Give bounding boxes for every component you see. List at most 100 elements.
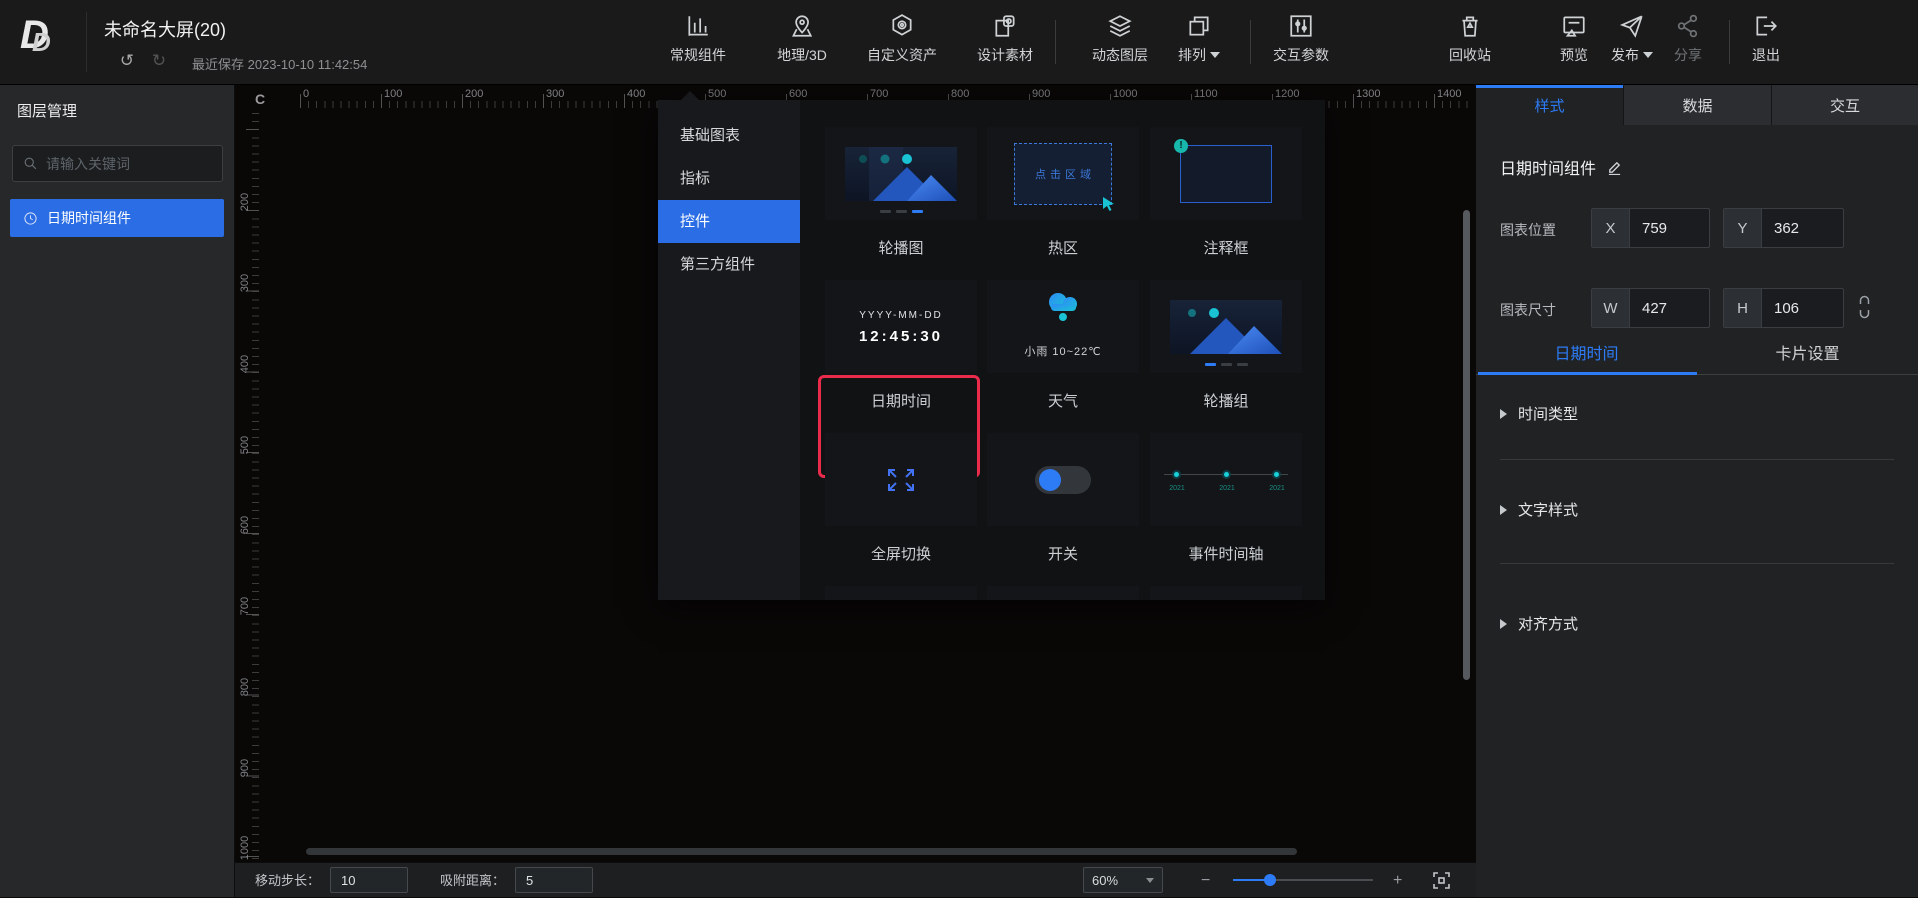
app-logo[interactable]: D D bbox=[14, 11, 72, 73]
toolbar-publish[interactable]: 发布 bbox=[1611, 13, 1653, 65]
layers-icon bbox=[1107, 13, 1133, 39]
category-indicators[interactable]: 指标 bbox=[658, 157, 800, 200]
tile-clipped[interactable] bbox=[1150, 586, 1302, 600]
canvas-horizontal-scrollbar[interactable] bbox=[306, 848, 1297, 855]
tab-data[interactable]: 数据 bbox=[1624, 85, 1772, 125]
zoom-slider-knob[interactable] bbox=[1264, 874, 1276, 886]
section-text-style[interactable]: 文字样式 bbox=[1500, 499, 1578, 520]
tab-label: 数据 bbox=[1682, 95, 1712, 116]
canvas-vertical-scrollbar[interactable] bbox=[1463, 210, 1470, 680]
timeline-thumb-art: 2021 2021 2021 bbox=[1164, 460, 1288, 500]
size-w-input[interactable]: W 427 bbox=[1591, 288, 1710, 328]
undo-icon[interactable]: ↺ bbox=[116, 50, 138, 72]
h-ruler-number: 900 bbox=[1032, 88, 1050, 100]
clock-icon bbox=[23, 211, 38, 226]
toolbar-regular-components[interactable]: 常规组件 bbox=[670, 13, 726, 65]
x-value[interactable]: 759 bbox=[1630, 209, 1709, 247]
section-alignment[interactable]: 对齐方式 bbox=[1500, 613, 1578, 634]
app-header: D D 未命名大屏(20) ↺ ↻ 最近保存 2023-10-10 11:42:… bbox=[0, 0, 1918, 85]
toolbar-label: 退出 bbox=[1752, 45, 1780, 65]
edit-pencil-icon[interactable] bbox=[1607, 160, 1622, 175]
size-h-input[interactable]: H 106 bbox=[1723, 288, 1844, 328]
toolbar-label: 回收站 bbox=[1449, 45, 1491, 65]
sliders-icon bbox=[1288, 13, 1314, 39]
chevron-down-icon bbox=[1210, 52, 1220, 58]
zoom-out-button[interactable]: − bbox=[1201, 863, 1210, 898]
zoom-in-button[interactable]: + bbox=[1393, 863, 1402, 898]
logo-letter-inner: D bbox=[32, 27, 51, 58]
tab-interaction[interactable]: 交互 bbox=[1772, 85, 1918, 125]
toolbar-arrange[interactable]: 排列 bbox=[1178, 13, 1220, 65]
h-ruler-number: 1400 bbox=[1437, 88, 1461, 100]
subtab-label: 日期时间 bbox=[1554, 340, 1618, 364]
tile-carousel-group[interactable] bbox=[1150, 280, 1302, 373]
move-step-input[interactable] bbox=[330, 867, 408, 893]
tile-clipped[interactable] bbox=[825, 586, 977, 600]
h-ruler-number: 800 bbox=[951, 88, 969, 100]
h-value[interactable]: 106 bbox=[1762, 289, 1843, 327]
layer-search-input[interactable] bbox=[46, 156, 212, 172]
toolbar-exit[interactable]: 退出 bbox=[1752, 13, 1780, 65]
ruler-corner-button[interactable]: C bbox=[255, 91, 265, 107]
category-basic-charts[interactable]: 基础图表 bbox=[658, 114, 800, 157]
map-pin-icon bbox=[789, 13, 815, 39]
v-ruler-number: 600 bbox=[239, 508, 251, 542]
zoom-slider[interactable] bbox=[1233, 879, 1373, 881]
toolbar-recycle-bin[interactable]: 回收站 bbox=[1449, 13, 1491, 65]
aspect-link-icon[interactable] bbox=[1858, 295, 1871, 324]
toolbar-dynamic-layers[interactable]: 动态图层 bbox=[1092, 13, 1148, 65]
fit-screen-button[interactable] bbox=[1433, 872, 1450, 892]
snap-distance-input[interactable] bbox=[515, 867, 593, 893]
weather-text: 小雨 10~22℃ bbox=[987, 343, 1139, 359]
toolbar-interaction-params[interactable]: 交互参数 bbox=[1273, 13, 1329, 65]
carousel-thumb-art bbox=[845, 147, 957, 201]
tile-carousel[interactable] bbox=[825, 127, 977, 220]
tile-event-timeline[interactable]: 2021 2021 2021 bbox=[1150, 433, 1302, 526]
section-time-type[interactable]: 时间类型 bbox=[1500, 403, 1578, 424]
component-category-list: 基础图表 指标 控件 第三方组件 bbox=[658, 100, 800, 600]
tile-switch[interactable] bbox=[987, 433, 1139, 526]
datetime-time-text: 12:45:30 bbox=[825, 328, 977, 345]
layer-search-box[interactable] bbox=[12, 145, 223, 182]
toolbar-preview[interactable]: 预览 bbox=[1560, 13, 1588, 65]
tile-weather[interactable]: 小雨 10~22℃ bbox=[987, 280, 1139, 373]
layer-item-datetime[interactable]: 日期时间组件 bbox=[10, 199, 224, 237]
fullscreen-arrows-icon bbox=[886, 467, 916, 493]
tile-annotation[interactable]: ! bbox=[1150, 127, 1302, 220]
category-controls[interactable]: 控件 bbox=[658, 200, 800, 243]
section-divider bbox=[1500, 459, 1894, 460]
arrange-icon bbox=[1186, 13, 1212, 39]
h-ruler-number: 300 bbox=[546, 88, 564, 100]
redo-icon[interactable]: ↻ bbox=[148, 50, 170, 72]
inspector-panel: 样式 数据 交互 日期时间组件 图表位置 X 759 Y 362 图表尺寸 W … bbox=[1476, 85, 1918, 897]
tile-hotzone[interactable]: 点击区域 bbox=[987, 127, 1139, 220]
toolbar-separator bbox=[1055, 20, 1056, 64]
toolbar-design-assets[interactable]: 设计素材 bbox=[977, 13, 1033, 65]
w-value[interactable]: 427 bbox=[1630, 289, 1709, 327]
category-third-party[interactable]: 第三方组件 bbox=[658, 243, 800, 286]
subtab-card-settings[interactable]: 卡片设置 bbox=[1697, 340, 1918, 374]
toolbar-geo-3d[interactable]: 地理/3D bbox=[777, 13, 827, 65]
component-name: 日期时间组件 bbox=[1500, 155, 1596, 179]
switch-knob bbox=[1039, 469, 1061, 491]
status-bar: 移动步长： 吸附距离： 60% − + bbox=[235, 862, 1476, 897]
subtab-datetime[interactable]: 日期时间 bbox=[1476, 340, 1697, 374]
toolbar-separator bbox=[1250, 20, 1251, 64]
layer-panel-title: 图层管理 bbox=[17, 100, 77, 121]
y-value[interactable]: 362 bbox=[1762, 209, 1843, 247]
position-y-input[interactable]: Y 362 bbox=[1723, 208, 1844, 248]
exit-icon bbox=[1753, 13, 1779, 39]
toolbar-label: 预览 bbox=[1560, 45, 1588, 65]
panel-pointer-arrow bbox=[680, 91, 700, 101]
tile-clipped[interactable] bbox=[987, 586, 1139, 600]
toolbar-custom-assets[interactable]: 自定义资产 bbox=[867, 13, 937, 65]
zoom-level-select[interactable]: 60% bbox=[1083, 867, 1163, 893]
tile-datetime[interactable]: YYYY-MM-DD 12:45:30 bbox=[825, 280, 977, 373]
tile-label-weather: 天气 bbox=[987, 390, 1139, 411]
document-title: 未命名大屏(20) bbox=[104, 16, 226, 42]
tab-style[interactable]: 样式 bbox=[1476, 85, 1624, 125]
section-label: 时间类型 bbox=[1518, 403, 1578, 424]
position-x-input[interactable]: X 759 bbox=[1591, 208, 1710, 248]
h-ruler-number: 0 bbox=[303, 88, 309, 100]
tile-fullscreen-toggle[interactable] bbox=[825, 433, 977, 526]
